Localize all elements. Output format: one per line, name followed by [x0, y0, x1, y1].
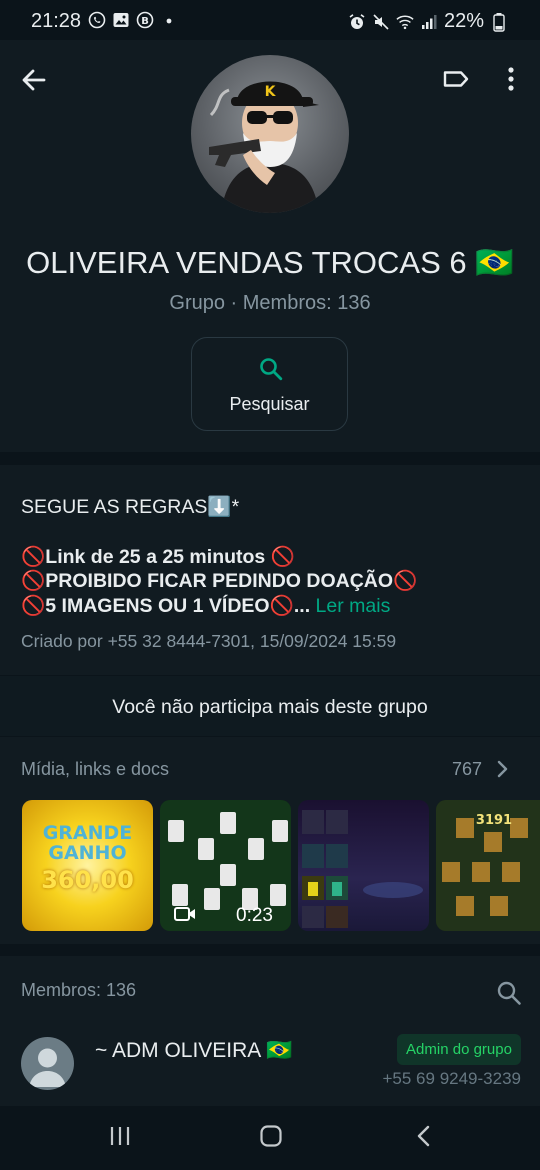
back-arrow-icon: [22, 69, 46, 91]
group-title: OLIVEIRA VENDAS TROCAS 6 🇧🇷: [26, 245, 514, 280]
label-icon: [443, 71, 469, 87]
search-button[interactable]: Pesquisar: [191, 337, 348, 431]
status-right-icons: 22%: [348, 10, 508, 33]
media-thumb-1[interactable]: GRANDE GANHO 360,00: [22, 800, 153, 931]
created-by-text: Criado por +55 32 8444-7301, 15/09/2024 …: [21, 631, 397, 651]
thumb3-image: [302, 810, 423, 928]
video-badge: 0:23: [174, 905, 273, 927]
status-left-icons: B: [88, 11, 178, 29]
whatsapp-icon: [88, 11, 106, 29]
recent-apps-icon: [110, 1127, 130, 1145]
system-nav-bar: [0, 1106, 540, 1170]
search-icon: [258, 356, 284, 387]
media-title: Mídia, links e docs: [21, 759, 170, 779]
description-line-4-wrap: 🚫5 IMAGENS OU 1 VÍDEO🚫... Ler mais: [21, 594, 390, 618]
status-bar: 21:28 B 22%: [0, 0, 540, 40]
status-time: 21:28: [31, 10, 82, 32]
home-button[interactable]: [259, 1124, 283, 1153]
avatar: [21, 1037, 74, 1090]
gallery-icon: [112, 11, 130, 29]
b-icon: B: [136, 11, 154, 29]
dot-icon: [160, 11, 178, 29]
mute-icon: [372, 13, 390, 31]
svg-text:B: B: [141, 16, 149, 27]
more-options-button[interactable]: [500, 64, 522, 94]
video-duration: 0:23: [236, 905, 273, 926]
label-button[interactable]: [441, 64, 471, 94]
recent-apps-button[interactable]: [108, 1124, 132, 1153]
media-thumb-2-video[interactable]: 0:23: [160, 800, 291, 931]
thumb4-image: 3191: [436, 800, 540, 931]
group-header: K OLIVEIRA VENDAS TROCAS 6 🇧🇷 Grupo · Me…: [0, 40, 540, 452]
description-line-1: SEGUE AS REGRAS⬇️*: [21, 496, 240, 518]
thumb1-line2: GANHO: [48, 842, 127, 864]
group-description: SEGUE AS REGRAS⬇️* 🚫Link de 25 a 25 minu…: [0, 465, 540, 675]
default-avatar-icon: [29, 1048, 66, 1087]
member-phone: +55 69 9249-3239: [382, 1069, 522, 1088]
battery-percent: 22%: [443, 10, 484, 32]
members-section: Membros: 136 ~ ADM OLIVEIRA 🇧🇷 Admin do …: [0, 956, 540, 1106]
thumb4-number: 3191: [476, 813, 512, 828]
members-title: Membros: 136: [21, 980, 137, 1000]
system-back-icon: [417, 1125, 430, 1147]
description-line-4: 🚫5 IMAGENS OU 1 VÍDEO🚫...: [21, 595, 311, 617]
chevron-right-icon[interactable]: [494, 759, 510, 784]
thumb1-value: 360,00: [41, 866, 134, 894]
read-more-link[interactable]: Ler mais: [316, 595, 391, 617]
wifi-icon: [396, 13, 414, 31]
avatar-letter: K: [265, 84, 277, 100]
home-icon: [260, 1125, 282, 1147]
group-avatar-image: K: [209, 81, 319, 213]
system-back-button[interactable]: [412, 1124, 436, 1153]
video-camera-icon: [174, 906, 196, 927]
media-thumb-4[interactable]: 3191: [436, 800, 540, 931]
description-line-2: 🚫Link de 25 a 25 minutos 🚫: [21, 546, 295, 568]
not-member-notice: Você não participa mais deste grupo: [0, 676, 540, 736]
not-member-text: Você não participa mais deste grupo: [112, 696, 428, 718]
media-thumb-3[interactable]: [298, 800, 429, 931]
group-avatar[interactable]: K: [191, 55, 349, 213]
media-section[interactable]: Mídia, links e docs 767 GRANDE GANHO 360…: [0, 737, 540, 944]
members-search-icon[interactable]: [496, 980, 522, 1011]
group-subtitle: Grupo · Membros: 136: [169, 292, 371, 314]
battery-icon: [490, 12, 508, 32]
signal-icon: [420, 13, 438, 31]
admin-badge: Admin do grupo: [397, 1034, 521, 1065]
alarm-icon: [348, 13, 366, 31]
member-name: ~ ADM OLIVEIRA 🇧🇷: [95, 1039, 293, 1062]
media-count: 767: [451, 759, 482, 779]
thumb1-line1: GRANDE: [42, 822, 133, 844]
description-line-3: 🚫PROIBIDO FICAR PEDINDO DOAÇÃO🚫: [21, 570, 418, 592]
search-label: Pesquisar: [229, 394, 310, 414]
more-vertical-icon: [508, 67, 514, 91]
back-button[interactable]: [18, 64, 50, 96]
